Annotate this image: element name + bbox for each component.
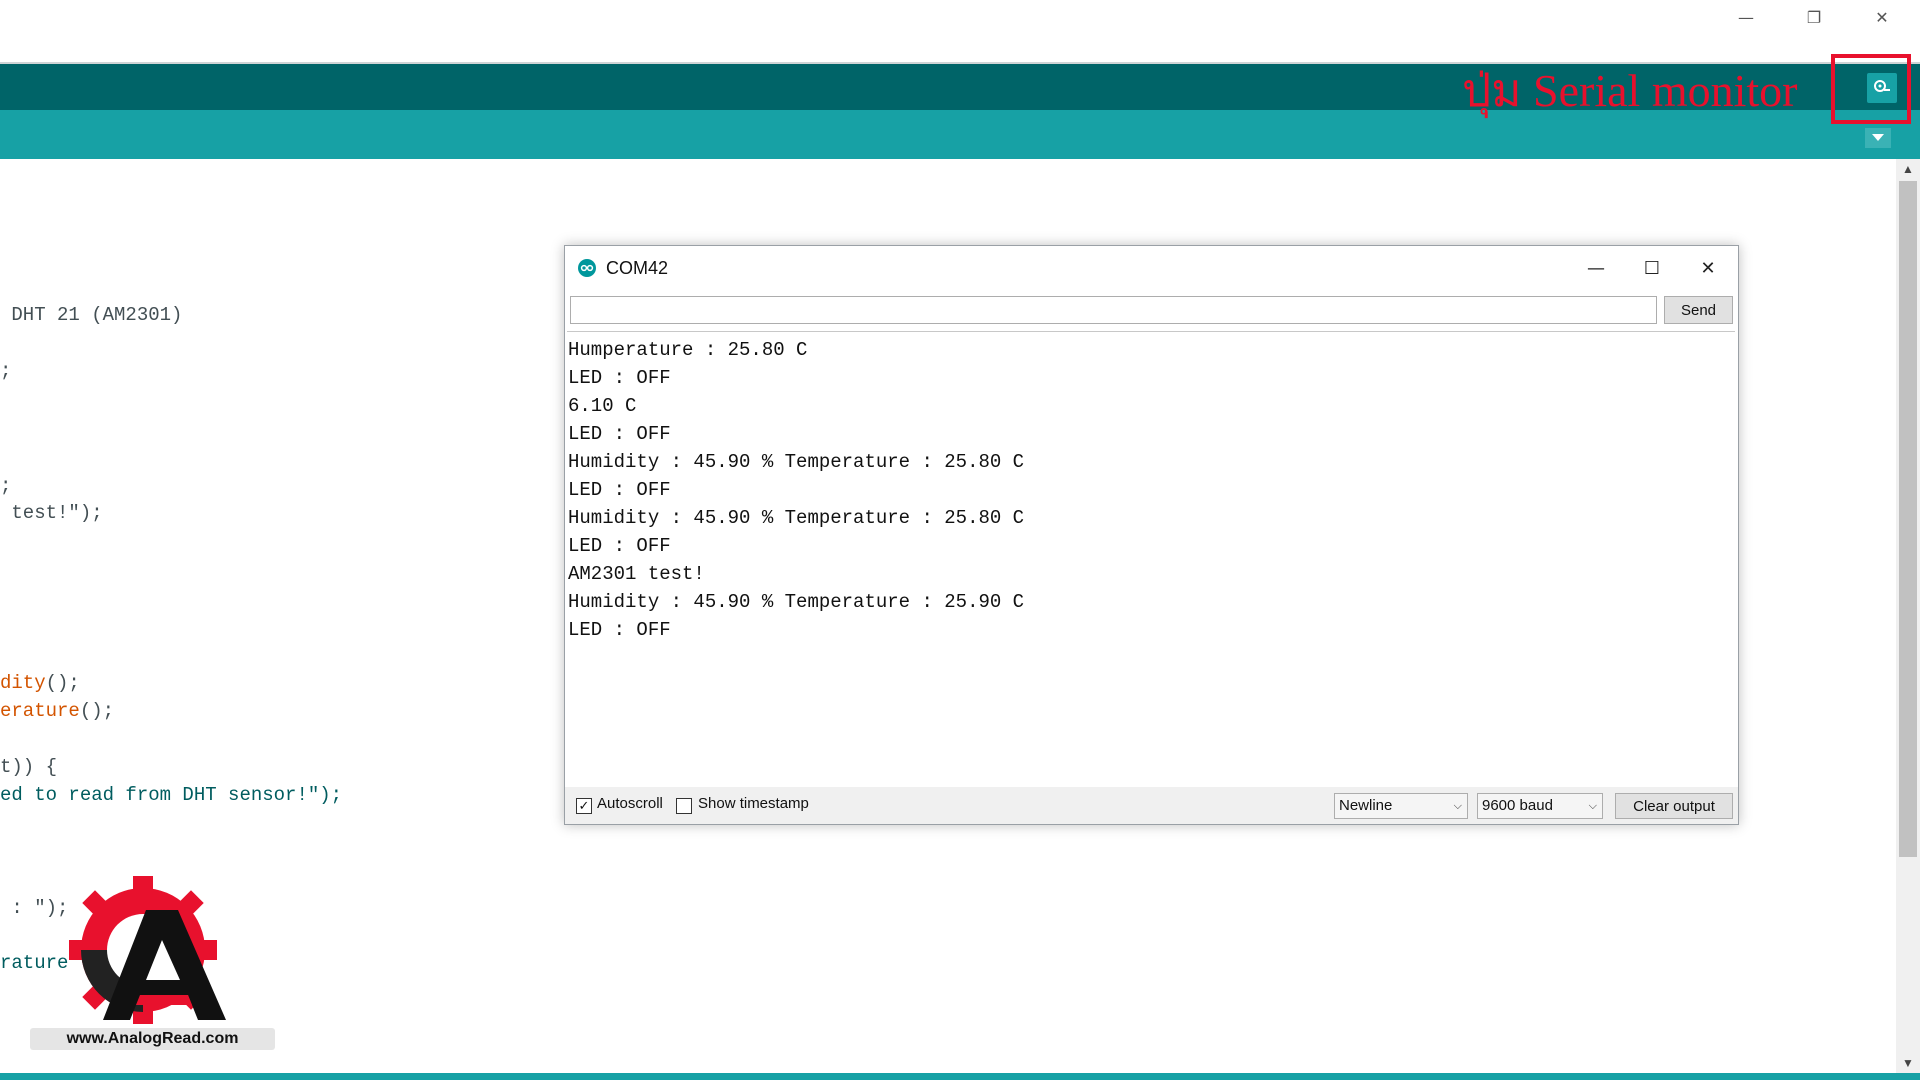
output-line: Humidity : 45.90 % Temperature : 25.80 C [568,507,1025,529]
code-line: t)) { [0,756,58,778]
window-restore-button[interactable]: ❐ [1780,0,1848,34]
serial-monitor-titlebar: COM42 — ☐ ✕ [565,246,1738,290]
scroll-up-icon[interactable]: ▲ [1896,159,1920,179]
code-text: (); [45,672,80,694]
scroll-thumb[interactable] [1899,181,1917,857]
timestamp-checkbox[interactable] [676,798,692,814]
tab-menu-button[interactable] [1865,128,1891,148]
code-function: dity [0,672,46,694]
serial-maximize-button[interactable]: ☐ [1624,246,1680,290]
gear-logo-icon [69,876,226,1024]
output-line: LED : OFF [568,535,671,557]
serial-output[interactable]: Humperature : 25.80 C LED : OFF 6.10 C L… [567,331,1735,788]
send-button[interactable]: Send [1664,296,1733,324]
arduino-icon [578,259,596,277]
window-close-button[interactable]: ✕ [1848,0,1916,34]
output-line: Humperature : 25.80 C [568,339,808,361]
output-line: LED : OFF [568,479,671,501]
output-line: 6.10 C [568,395,637,417]
output-line: LED : OFF [568,423,671,445]
chevron-down-icon: ⌵ [1588,800,1597,812]
code-function: erature [0,700,80,722]
status-strip [0,1073,1920,1080]
code-line: test!"); [0,502,103,524]
code-text: (); [79,700,115,722]
baud-rate-select[interactable]: 9600 baud ⌵ [1477,793,1603,819]
line-ending-value: Newline [1339,797,1393,814]
window-minimize-button[interactable]: — [1712,0,1780,34]
output-line: LED : OFF [568,619,671,641]
editor-scrollbar[interactable]: ▲ ▼ [1896,159,1920,1073]
timestamp-label: Show timestamp [698,795,809,812]
line-ending-select[interactable]: Newline ⌵ [1334,793,1468,819]
annotation-label: ปุ่ม Serial monitor [1462,65,1798,116]
serial-monitor-window: COM42 — ☐ ✕ Send Humperature : 25.80 C L… [564,245,1739,825]
output-line: AM2301 test! [568,563,705,585]
code-line: ed to read from DHT sensor!"); [0,784,343,806]
window-titlebar: — ❐ ✕ [0,0,1920,62]
output-line: Humidity : 45.90 % Temperature : 25.90 C [568,591,1025,613]
code-line: ; [0,475,12,497]
code-line: DHT 21 (AM2301) [0,304,183,326]
chevron-down-icon [1872,134,1884,141]
scroll-down-icon[interactable]: ▼ [1896,1053,1920,1073]
autoscroll-label: Autoscroll [597,795,663,812]
code-line: erature(); [0,700,114,722]
serial-close-button[interactable]: ✕ [1680,246,1736,290]
analogread-logo: www.AnalogRead.com [28,870,278,1055]
annotation-highlight-box [1831,54,1911,124]
baud-rate-value: 9600 baud [1482,797,1553,814]
code-line: ; [0,360,12,382]
serial-input[interactable] [570,296,1657,324]
clear-output-button[interactable]: Clear output [1615,793,1733,819]
logo-url: www.AnalogRead.com [30,1028,275,1050]
serial-monitor-title: COM42 [606,258,669,278]
chevron-down-icon: ⌵ [1453,800,1462,812]
output-line: Humidity : 45.90 % Temperature : 25.80 C [568,451,1025,473]
autoscroll-checkbox[interactable]: ✓ [576,798,592,814]
code-line: dity(); [0,672,80,694]
output-line: LED : OFF [568,367,671,389]
serial-minimize-button[interactable]: — [1568,246,1624,290]
serial-footer: ✓ Autoscroll Show timestamp Newline ⌵ 96… [565,787,1738,824]
